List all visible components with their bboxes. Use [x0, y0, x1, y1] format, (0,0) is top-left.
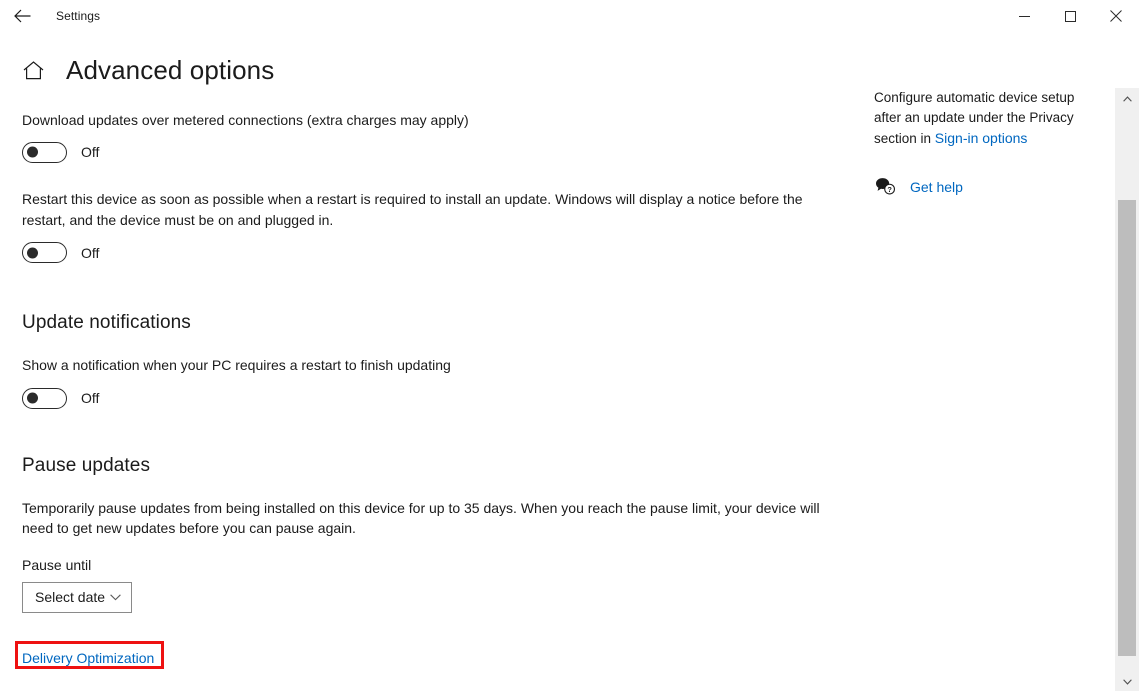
delivery-optimization-link[interactable]: Delivery Optimization [22, 650, 154, 666]
back-button[interactable] [0, 0, 44, 32]
section-description: Show a notification when your PC require… [22, 356, 451, 373]
toggle-state-label: Off [81, 390, 100, 407]
window-controls [1001, 0, 1139, 32]
section-description: Temporarily pause updates from being ins… [22, 500, 820, 537]
setting-description: Restart this device as soon as possible … [22, 191, 803, 228]
minimize-icon [1018, 11, 1030, 22]
toggle-knob [27, 392, 38, 404]
section-heading: Pause updates [22, 455, 151, 477]
toggle-state-label: Off [81, 244, 100, 261]
home-icon[interactable] [22, 59, 44, 81]
aside-help-panel: Configure automatic device setup after a… [874, 88, 1096, 198]
close-button[interactable] [1093, 0, 1139, 32]
arrow-left-icon [13, 9, 31, 23]
vertical-scrollbar[interactable] [1115, 88, 1139, 691]
toggle-knob [27, 247, 38, 259]
chevron-up-icon [1122, 89, 1132, 107]
related-links: Delivery Optimization Privacy settings [15, 640, 852, 691]
help-bubble-icon: ? [874, 176, 896, 198]
scrollbar-thumb[interactable] [1118, 200, 1136, 656]
scroll-up-button[interactable] [1115, 88, 1139, 108]
close-icon [1110, 10, 1122, 22]
app-title: Settings [56, 9, 101, 23]
dropdown-value: Select date [35, 589, 106, 606]
section-update-notifications: Update notifications Show a notification… [22, 312, 852, 409]
toggle-state-label: Off [81, 144, 100, 161]
sign-in-options-link[interactable]: Sign-in options [935, 130, 1028, 146]
settings-left-column: On Download updates over metered connect… [15, 88, 852, 691]
pause-until-dropdown[interactable]: Select date [22, 581, 132, 613]
get-help-label: Get help [910, 178, 963, 195]
setting-metered-connections: Download updates over metered connection… [22, 110, 852, 163]
minimize-button[interactable] [1001, 0, 1047, 32]
toggle-knob [27, 146, 38, 158]
pause-until-label: Pause until [22, 556, 92, 573]
maximize-button[interactable] [1047, 0, 1093, 32]
section-pause-updates: Pause updates Temporarily pause updates … [22, 455, 852, 613]
get-help-row[interactable]: ? Get help [874, 176, 1096, 198]
toggle-restart-asap[interactable] [22, 242, 67, 264]
toggle-update-notifications[interactable] [22, 387, 67, 409]
scroll-down-button[interactable] [1115, 671, 1139, 691]
maximize-icon [1064, 10, 1076, 22]
title-bar: Settings [0, 0, 1139, 32]
page-header: Advanced options [0, 50, 1139, 90]
aside-description: Configure automatic device setup after a… [874, 88, 1096, 149]
chevron-down-icon [1122, 672, 1132, 690]
page-title: Advanced options [66, 54, 275, 85]
setting-description: Download updates over metered connection… [22, 112, 469, 128]
chevron-down-icon [110, 594, 121, 601]
section-heading: Update notifications [22, 311, 191, 333]
toggle-metered-connections[interactable] [22, 141, 67, 163]
setting-restart-asap: Restart this device as soon as possible … [22, 189, 852, 264]
content-scroll-viewport: On Download updates over metered connect… [0, 88, 1115, 691]
svg-text:?: ? [887, 186, 892, 195]
delivery-optimization-link-wrap: Delivery Optimization [15, 640, 164, 669]
